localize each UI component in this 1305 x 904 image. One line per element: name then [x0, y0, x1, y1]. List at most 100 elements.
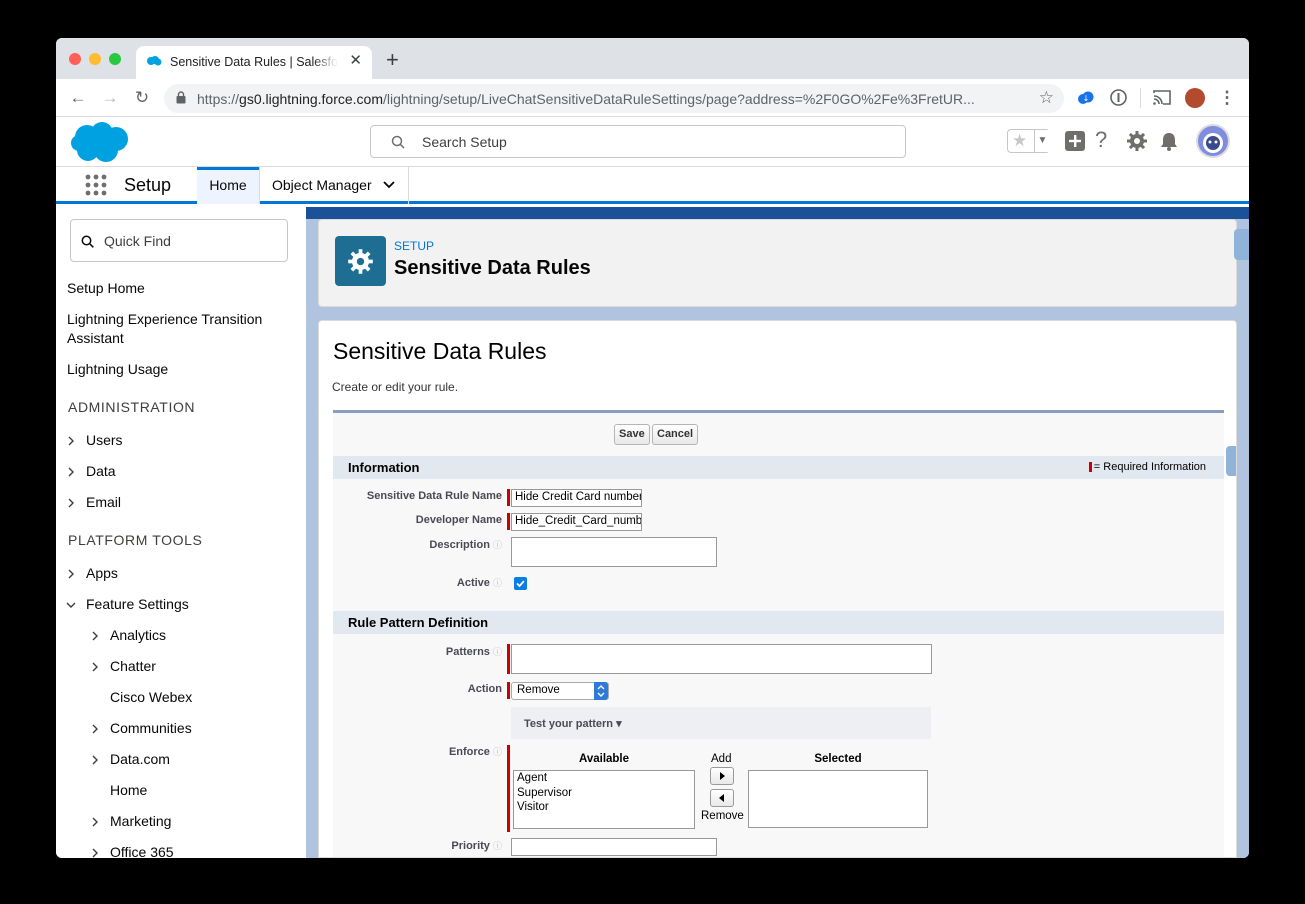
- chevron-down-icon[interactable]: [66, 600, 76, 610]
- tab-home[interactable]: Home: [197, 167, 259, 204]
- available-option-agent[interactable]: Agent: [514, 771, 694, 786]
- salesforce-logo-icon[interactable]: [70, 121, 130, 163]
- close-window-button[interactable]: [69, 53, 81, 65]
- forward-icon[interactable]: →: [99, 87, 121, 109]
- arrow-left-icon: [719, 794, 724, 802]
- cast-icon[interactable]: [1153, 90, 1171, 105]
- password-extension-icon[interactable]: [1110, 89, 1127, 106]
- available-header: Available: [578, 753, 630, 765]
- patterns-textarea[interactable]: [511, 644, 932, 674]
- collapse-panel-handle[interactable]: [1234, 229, 1249, 260]
- help-icon[interactable]: ⓘ: [493, 841, 502, 851]
- tab-object-manager[interactable]: Object Manager: [259, 167, 409, 204]
- chevron-right-icon[interactable]: [90, 755, 100, 765]
- developer-name-input[interactable]: Hide_Credit_Card_number: [511, 513, 642, 531]
- help-icon[interactable]: ⓘ: [493, 747, 502, 757]
- maximize-window-button[interactable]: [109, 53, 121, 65]
- sidebar-item-data[interactable]: Data: [86, 462, 116, 481]
- sidebar-item-home[interactable]: Home: [110, 781, 147, 800]
- tab-title: Sensitive Data Rules | Salesforce: [170, 55, 338, 69]
- astro-avatar-icon: [1203, 133, 1223, 153]
- chevron-right-icon[interactable]: [90, 724, 100, 734]
- gear-icon[interactable]: [1126, 130, 1148, 152]
- sidebar-item-chatter[interactable]: Chatter: [110, 657, 156, 676]
- sidebar-item-lightning-transition[interactable]: Lightning Experience Transition Assistan…: [67, 310, 282, 348]
- help-icon[interactable]: ⓘ: [493, 540, 502, 550]
- save-button[interactable]: Save: [614, 424, 650, 445]
- test-pattern-panel[interactable]: Test your pattern ▾: [511, 707, 931, 739]
- notifications-bell-icon[interactable]: [1158, 130, 1180, 152]
- favorites-star-icon[interactable]: ★: [1012, 131, 1027, 151]
- rule-name-input[interactable]: Hide Credit Card number: [511, 489, 642, 507]
- browser-tab[interactable]: Sensitive Data Rules | Salesforce ✕: [136, 46, 372, 79]
- chevron-right-icon[interactable]: [66, 436, 76, 446]
- available-listbox[interactable]: Agent Supervisor Visitor: [513, 770, 695, 829]
- remove-label: Remove: [701, 810, 744, 822]
- form-panel-handle[interactable]: [1226, 446, 1236, 476]
- sidebar-item-cisco-webex[interactable]: Cisco Webex: [110, 688, 192, 707]
- chevron-right-icon[interactable]: [90, 631, 100, 641]
- available-option-visitor[interactable]: Visitor: [514, 800, 694, 815]
- favorites-button[interactable]: ★ ▼: [1007, 129, 1050, 153]
- close-tab-icon[interactable]: ✕: [349, 53, 362, 69]
- patterns-label-text: Patterns: [445, 646, 490, 658]
- chevron-right-icon[interactable]: [66, 498, 76, 508]
- address-bar[interactable]: https://gs0.lightning.force.com/lightnin…: [164, 84, 1064, 113]
- action-select[interactable]: Remove: [511, 682, 609, 700]
- search-icon: [391, 135, 405, 149]
- url-scheme: https://: [197, 91, 240, 107]
- sidebar-item-email[interactable]: Email: [86, 493, 121, 512]
- required-marker: [507, 682, 510, 699]
- sidebar-item-office-365[interactable]: Office 365: [110, 843, 174, 858]
- remove-arrow-button[interactable]: [710, 789, 734, 807]
- sidebar-item-users[interactable]: Users: [86, 431, 123, 450]
- sidebar-item-communities[interactable]: Communities: [110, 719, 192, 738]
- active-checkbox[interactable]: [514, 577, 527, 590]
- setup-tile: [335, 236, 386, 286]
- chevron-down-icon[interactable]: [382, 178, 396, 192]
- sidebar-item-feature-settings[interactable]: Feature Settings: [86, 595, 189, 614]
- browser-window: Sensitive Data Rules | Salesforce ✕ + ← …: [56, 38, 1249, 858]
- app-launcher-icon[interactable]: [85, 174, 107, 196]
- favorites-dropdown-icon[interactable]: ▼: [1034, 130, 1050, 152]
- sidebar-item-lightning-usage[interactable]: Lightning Usage: [67, 360, 168, 379]
- priority-input[interactable]: [511, 838, 717, 856]
- chevron-right-icon[interactable]: [90, 662, 100, 672]
- browser-menu-icon[interactable]: ⋮: [1216, 87, 1238, 109]
- sidebar-item-data-com[interactable]: Data.com: [110, 750, 170, 769]
- help-icon[interactable]: ?: [1095, 129, 1117, 151]
- bookmark-star-icon[interactable]: ☆: [1039, 88, 1054, 108]
- test-pattern-toggle[interactable]: Test your pattern ▾: [524, 717, 622, 730]
- chevron-right-icon[interactable]: [90, 848, 100, 858]
- updown-icon: [597, 685, 605, 697]
- description-textarea[interactable]: [511, 537, 717, 567]
- select-arrows-icon[interactable]: [594, 682, 608, 700]
- chevron-right-icon[interactable]: [66, 569, 76, 579]
- url-path: /lightning/setup/LiveChatSensitiveDataRu…: [383, 91, 975, 107]
- extension-cloud-icon[interactable]: ↓: [1077, 90, 1095, 106]
- selected-listbox[interactable]: [748, 770, 928, 828]
- add-arrow-button[interactable]: [710, 767, 734, 785]
- global-actions-icon[interactable]: [1064, 130, 1086, 152]
- sidebar-item-marketing[interactable]: Marketing: [110, 812, 171, 831]
- gear-icon: [348, 249, 373, 274]
- available-option-supervisor[interactable]: Supervisor: [514, 786, 694, 801]
- profile-avatar[interactable]: [1185, 88, 1205, 108]
- minimize-window-button[interactable]: [89, 53, 101, 65]
- search-setup-input[interactable]: Search Setup: [370, 125, 906, 158]
- reload-icon[interactable]: ↻: [131, 87, 153, 109]
- help-icon[interactable]: ⓘ: [493, 578, 502, 588]
- chevron-right-icon[interactable]: [90, 817, 100, 827]
- new-tab-button[interactable]: +: [386, 49, 399, 71]
- required-marker: [507, 745, 510, 832]
- sidebar-item-apps[interactable]: Apps: [86, 564, 118, 583]
- quick-find-input[interactable]: Quick Find: [70, 219, 288, 262]
- sidebar-item-analytics[interactable]: Analytics: [110, 626, 166, 645]
- back-icon[interactable]: ←: [67, 87, 89, 109]
- cancel-button[interactable]: Cancel: [652, 424, 699, 445]
- sidebar-item-setup-home[interactable]: Setup Home: [67, 279, 145, 298]
- user-avatar[interactable]: [1196, 124, 1230, 158]
- patterns-label: Patterns ⓘ: [446, 645, 502, 658]
- help-icon[interactable]: ⓘ: [493, 647, 502, 657]
- chevron-right-icon[interactable]: [66, 467, 76, 477]
